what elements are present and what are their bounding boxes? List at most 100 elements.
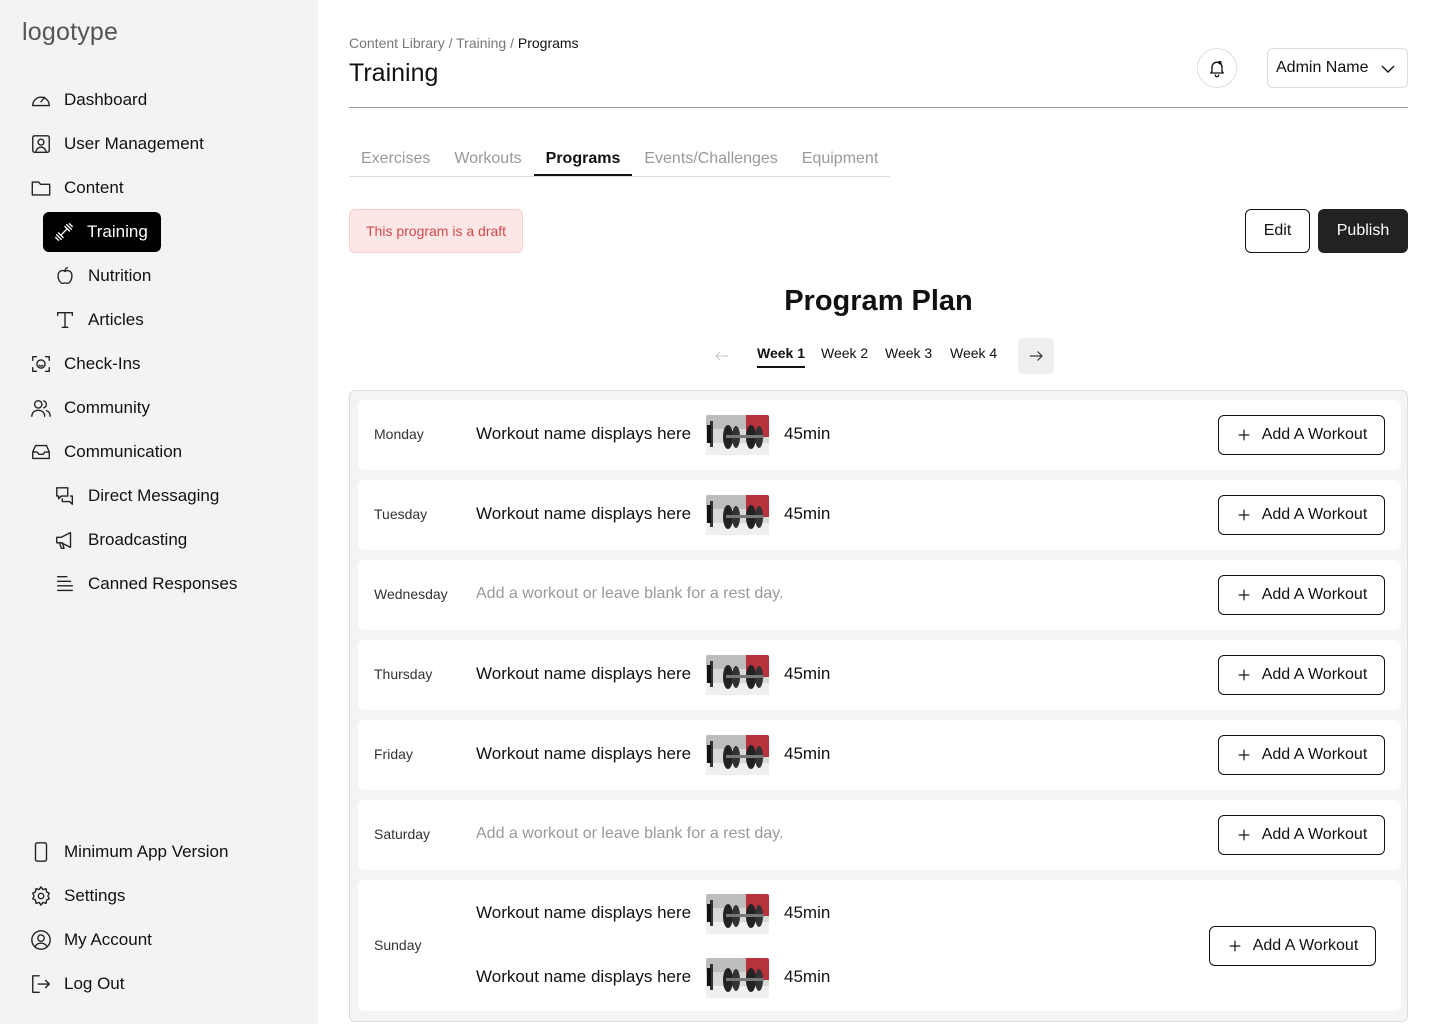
- add-workout-label: Add A Workout: [1261, 826, 1368, 843]
- program-plan-title: Program Plan: [784, 285, 973, 317]
- publish-button[interactable]: Publish: [1318, 209, 1408, 253]
- dumbbell-icon: [53, 221, 75, 243]
- sidebar-item-label: Broadcasting: [88, 530, 188, 549]
- sidebar-item-label: Minimum App Version: [64, 842, 229, 861]
- add-workout-button[interactable]: Add A Workout: [1218, 815, 1385, 855]
- sidebar: logotype Dashboard User Management Conte…: [0, 0, 318, 1024]
- workout-duration: 45min: [784, 504, 831, 523]
- sidebar-item-communication[interactable]: Communication: [30, 432, 182, 472]
- add-workout-button[interactable]: Add A Workout: [1218, 655, 1385, 695]
- dumbbell-thumbnail-icon: [706, 957, 769, 998]
- add-workout-button[interactable]: Add A Workout: [1218, 575, 1385, 615]
- rest-day-hint: Add a workout or leave blank for a rest …: [476, 585, 784, 602]
- workout-name[interactable]: Workout name displays here: [476, 967, 691, 987]
- week-tab-2[interactable]: Week 2: [821, 345, 868, 361]
- sidebar-item-canned-responses[interactable]: Canned Responses: [54, 564, 237, 604]
- edit-button[interactable]: Edit: [1245, 209, 1310, 253]
- workout-thumbnail: [706, 415, 769, 455]
- account-icon: [30, 929, 52, 951]
- gauge-icon: [30, 89, 52, 111]
- sidebar-item-nutrition[interactable]: Nutrition: [54, 256, 151, 296]
- workout-name[interactable]: Workout name displays here: [476, 903, 691, 923]
- workout-thumbnail: [706, 655, 769, 695]
- add-workout-label: Add A Workout: [1261, 746, 1368, 763]
- sidebar-item-log-out[interactable]: Log Out: [30, 964, 125, 1004]
- sidebar-item-settings[interactable]: Settings: [30, 876, 125, 916]
- add-workout-label: Add A Workout: [1261, 666, 1368, 683]
- week-tab-1[interactable]: Week 1: [757, 345, 805, 368]
- sidebar-item-label: Dashboard: [64, 90, 148, 109]
- sidebar-item-community[interactable]: Community: [30, 388, 150, 428]
- tab-equipment[interactable]: Equipment: [790, 140, 891, 176]
- previous-week-button[interactable]: [704, 338, 740, 374]
- workout-name[interactable]: Workout name displays here: [476, 744, 691, 764]
- plus-icon: [1238, 589, 1250, 601]
- sidebar-item-broadcasting[interactable]: Broadcasting: [54, 520, 187, 560]
- day-row-thursday: Thursday Workout name displays here 45min A…: [358, 640, 1401, 710]
- workout-thumbnail: [706, 735, 769, 775]
- tab-events-challenges[interactable]: Events/Challenges: [632, 140, 789, 176]
- plus-icon: [1238, 669, 1250, 681]
- workout-duration: 45min: [784, 966, 831, 986]
- tab-workouts[interactable]: Workouts: [442, 140, 533, 176]
- logout-icon: [30, 973, 52, 995]
- sidebar-item-label: My Account: [64, 930, 152, 949]
- dumbbell-thumbnail-icon: [706, 495, 769, 535]
- add-workout-button[interactable]: Add A Workout: [1218, 735, 1385, 775]
- admin-menu-dropdown[interactable]: Admin Name: [1267, 48, 1408, 88]
- add-workout-button[interactable]: Add A Workout: [1218, 495, 1385, 535]
- breadcrumb-separator: /: [506, 35, 518, 51]
- week-tab-3[interactable]: Week 3: [885, 345, 932, 361]
- day-label: Friday: [374, 746, 413, 762]
- program-plan-list: Monday Workout name displays here 45min Add…: [349, 390, 1408, 1022]
- plus-icon: [1238, 429, 1250, 441]
- notifications-button[interactable]: [1197, 48, 1237, 88]
- day-row-friday: Friday Workout name displays here 45min Add…: [358, 720, 1401, 790]
- draft-status-badge: This program is a draft: [349, 209, 524, 253]
- sidebar-item-label: Log Out: [64, 974, 125, 993]
- workout-name[interactable]: Workout name displays here: [476, 504, 691, 524]
- workout-name[interactable]: Workout name displays here: [476, 664, 691, 684]
- sidebar-item-my-account[interactable]: My Account: [30, 920, 152, 960]
- arrow-right-icon: [1030, 351, 1043, 361]
- plus-icon: [1238, 749, 1250, 761]
- breadcrumb-item-training[interactable]: Training: [456, 35, 506, 51]
- chevron-down-icon: [1381, 65, 1395, 73]
- bell-icon: [1210, 60, 1224, 78]
- plus-icon: [1238, 509, 1250, 521]
- day-label: Thursday: [374, 666, 433, 682]
- week-tab-4[interactable]: Week 4: [950, 345, 997, 361]
- sidebar-item-user-management[interactable]: User Management: [30, 124, 204, 164]
- phone-icon: [30, 841, 52, 863]
- add-workout-button[interactable]: Add A Workout: [1209, 925, 1376, 966]
- day-row-saturday: Saturday Add a workout or leave blank for…: [358, 800, 1401, 870]
- tab-programs[interactable]: Programs: [533, 140, 633, 176]
- workout-thumbnail: [706, 957, 769, 998]
- add-workout-label: Add A Workout: [1261, 586, 1368, 603]
- day-label: Saturday: [374, 826, 431, 842]
- workout-name[interactable]: Workout name displays here: [476, 424, 691, 444]
- sidebar-item-dashboard[interactable]: Dashboard: [30, 80, 147, 120]
- sidebar-item-label: Articles: [88, 310, 144, 329]
- sidebar-item-direct-messaging[interactable]: Direct Messaging: [54, 476, 219, 516]
- sidebar-item-training[interactable]: Training: [43, 212, 161, 252]
- add-workout-button[interactable]: Add A Workout: [1218, 415, 1385, 455]
- sidebar-item-content[interactable]: Content: [30, 168, 124, 208]
- workout-duration: 45min: [784, 744, 831, 763]
- breadcrumb: Content Library / Training / Programs: [349, 35, 579, 51]
- sidebar-item-label: Content: [64, 178, 124, 197]
- workout-thumbnail: [706, 893, 769, 934]
- text-icon: [54, 309, 76, 331]
- day-row-tuesday: Tuesday Workout name displays here 45min Ad…: [358, 480, 1401, 550]
- tab-exercises[interactable]: Exercises: [349, 140, 442, 176]
- gear-icon: [30, 885, 52, 907]
- week-navigation: Week 1 Week 2 Week 3 Week 4: [0, 338, 1440, 374]
- breadcrumb-item-content-library[interactable]: Content Library: [349, 35, 445, 51]
- users-icon: [30, 397, 52, 419]
- sidebar-item-articles[interactable]: Articles: [54, 300, 144, 340]
- next-week-button[interactable]: [1018, 338, 1054, 374]
- sidebar-item-minimum-app-version[interactable]: Minimum App Version: [30, 832, 228, 872]
- sidebar-item-label: Direct Messaging: [88, 486, 220, 505]
- inbox-icon: [30, 441, 52, 463]
- dumbbell-thumbnail-icon: [706, 893, 769, 934]
